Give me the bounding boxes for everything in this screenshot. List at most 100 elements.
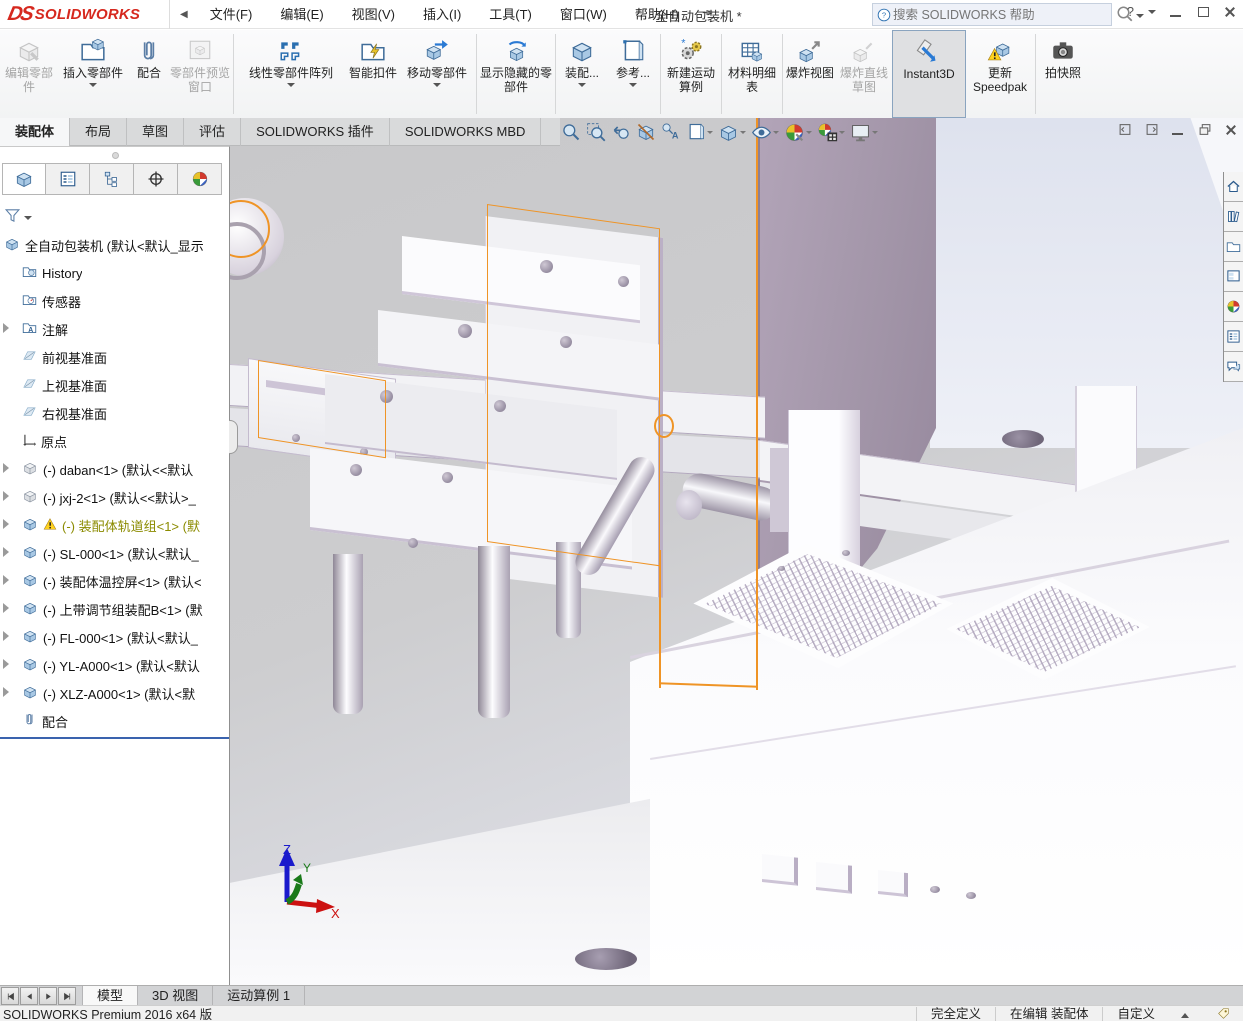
doc-close-button[interactable] [1225,124,1238,136]
zoom-area-icon[interactable] [585,121,607,143]
taskpane-appearances-tab[interactable] [1224,292,1243,322]
search-input[interactable] [891,7,1107,23]
tab-sketch[interactable]: 草图 [127,118,184,146]
tree-filter[interactable] [4,203,32,227]
model-floor-block[interactable] [878,870,908,897]
expand-arrow[interactable] [3,323,9,333]
doc-minimize-button[interactable] [1172,124,1185,136]
graphics-viewport[interactable]: Z X Y [230,118,1243,985]
insert-component-button[interactable]: 插入零部件 [56,30,130,118]
dropdown-arrow[interactable] [872,131,878,134]
tree-item-shangdai-b[interactable]: (-) 上带调节组装配B<1> (默 [0,595,229,623]
help-button[interactable]: ? [1127,4,1134,19]
tree-item-front-plane[interactable]: 前视基准面 [0,343,229,371]
menu-tools[interactable]: 工具(T) [475,0,546,29]
new-motion-study-button[interactable]: * 新建运动算例 [662,30,720,118]
tab-solidworks-mbd[interactable]: SOLIDWORKS MBD [390,118,542,146]
tab-solidworks-addins[interactable]: SOLIDWORKS 插件 [241,118,390,146]
tree-item-daban[interactable]: (-) daban<1> (默认<<默认 [0,455,229,483]
tree-item-xlz-a000[interactable]: (-) XLZ-A000<1> (默认<默 [0,679,229,707]
dock-pane-right-icon[interactable] [1145,123,1159,136]
tree-item-yl-a000[interactable]: (-) YL-A000<1> (默认<默认 [0,651,229,679]
help-dropdown-arrow[interactable] [1148,10,1156,14]
move-component-button[interactable]: 移动零部件 [399,30,475,118]
featuremanager-tree-tab[interactable] [2,163,46,195]
smart-fasteners-button[interactable]: 智能扣件 [347,30,399,118]
edit-appearance-icon[interactable] [783,121,813,144]
expand-arrow[interactable] [3,463,9,473]
expand-arrow[interactable] [3,519,9,529]
taskpane-view-palette-tab[interactable] [1224,262,1243,292]
tree-item-fl-000[interactable]: (-) FL-000<1> (默认<默认_ [0,623,229,651]
taskpane-home-tab[interactable] [1224,172,1243,202]
section-view-icon[interactable] [635,121,657,143]
instant3d-button[interactable]: Instant3D [892,30,966,118]
apply-scene-icon[interactable] [816,121,846,144]
taskpane-design-library-tab[interactable] [1224,202,1243,232]
filter-dropdown-arrow[interactable] [24,216,32,220]
display-style-icon[interactable] [717,121,747,144]
tree-item-right-plane[interactable]: 右视基准面 [0,399,229,427]
exploded-view-button[interactable]: 爆炸视图 [784,30,836,118]
reference-geometry-button[interactable]: 参考... [607,30,659,118]
expand-arrow[interactable] [3,491,9,501]
dropdown-arrow[interactable] [839,131,845,134]
panel-tabs-overflow[interactable]: ▸ [222,163,230,195]
dropdown-arrow[interactable] [287,83,295,87]
first-tab-button[interactable] [1,987,19,1005]
menu-edit[interactable]: 编辑(E) [266,0,337,29]
expand-arrow[interactable] [3,575,9,585]
edit-component-button[interactable]: 编辑零部件 [2,30,56,118]
expand-arrow[interactable] [3,659,9,669]
panel-flyout-handle[interactable] [229,420,238,454]
minimize-button[interactable] [1170,6,1183,18]
collapse-menu-icon[interactable]: ◀ [180,9,188,20]
dropdown-arrow[interactable] [806,131,812,134]
property-manager-tab[interactable] [46,163,90,195]
panel-splitter-handle[interactable] [112,152,119,159]
close-button[interactable] [1224,6,1237,18]
tree-item-top-plane[interactable]: 上视基准面 [0,371,229,399]
tree-item-sl-000[interactable]: (-) SL-000<1> (默认<默认_ [0,539,229,567]
dropdown-arrow[interactable] [773,131,779,134]
search-box[interactable]: ? [872,3,1112,26]
maximize-button[interactable] [1197,6,1210,18]
3d-views-tab[interactable]: 3D 视图 [138,986,213,1005]
mate-button[interactable]: 配合 [130,30,168,118]
dropdown-arrow[interactable] [740,131,746,134]
dimxpert-manager-tab[interactable] [134,163,178,195]
view-orientation-icon[interactable] [685,121,714,143]
tree-item-mates[interactable]: 配合 [0,707,229,735]
previous-view-icon[interactable] [610,121,632,143]
rollback-bar[interactable] [0,737,229,739]
configuration-manager-tab[interactable] [90,163,134,195]
doc-restore-button[interactable] [1198,123,1212,136]
model-cylinder-rod[interactable] [333,554,363,714]
tree-item-origin[interactable]: 原点 [0,427,229,455]
tree-item-wenkongping[interactable]: (-) 装配体温控屏<1> (默认< [0,567,229,595]
update-speedpak-button[interactable]: 更新Speedpak [966,30,1034,118]
assembly-features-button[interactable]: 装配... [557,30,607,118]
taskpane-forum-tab[interactable] [1224,352,1243,382]
next-tab-button[interactable] [39,987,57,1005]
dropdown-arrow[interactable] [578,83,586,87]
tab-assembly[interactable]: 装配体 [0,118,70,146]
dropdown-arrow[interactable] [629,83,637,87]
tab-layout[interactable]: 布局 [70,118,127,146]
taskpane-custom-properties-tab[interactable] [1224,322,1243,352]
tree-item-jxj-2[interactable]: (-) jxj-2<1> (默认<<默认>_ [0,483,229,511]
motion-study-tab[interactable]: 运动算例 1 [213,986,305,1005]
expand-arrow[interactable] [3,631,9,641]
toolbar-preset-selector[interactable]: 自定义 [1102,1007,1203,1021]
menu-file[interactable]: 文件(F) [196,0,267,29]
model-floor-block[interactable] [816,862,852,894]
tree-item-sensors[interactable]: 传感器 [0,287,229,315]
display-manager-tab[interactable] [178,163,222,195]
menu-window[interactable]: 窗口(W) [546,0,621,29]
expand-arrow[interactable] [3,603,9,613]
menu-insert[interactable]: 插入(I) [409,0,475,29]
model-tab[interactable]: 模型 [82,986,138,1005]
zoom-fit-icon[interactable] [560,121,582,143]
tab-evaluate[interactable]: 评估 [184,118,241,146]
show-hidden-components-button[interactable]: 显示隐藏的零部件 [478,30,554,118]
